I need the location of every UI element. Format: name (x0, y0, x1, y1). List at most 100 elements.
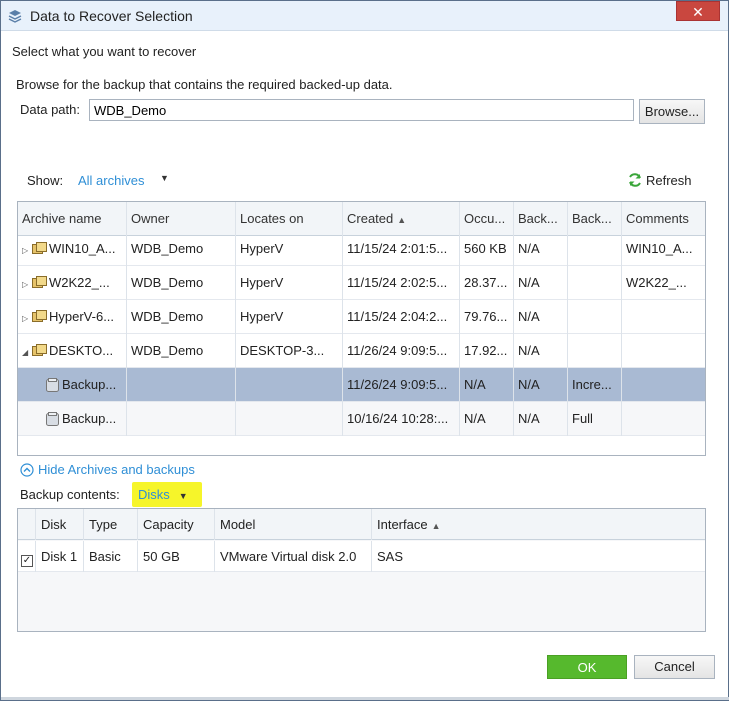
stack-icon (8, 10, 22, 23)
owner-cell: WDB_Demo (127, 266, 236, 300)
disk-cell: Disk 1 (36, 541, 84, 572)
sort-ascending-icon: ▲ (431, 521, 441, 531)
occupied-cell: 560 KB (460, 232, 514, 266)
disk-checkbox[interactable]: ✓ (21, 555, 33, 567)
capacity-cell: 50 GB (138, 541, 215, 572)
title-bar: Data to Recover Selection ✕ (1, 1, 728, 31)
browse-button[interactable]: Browse... (639, 99, 705, 124)
table-row[interactable]: ▷ WIN10_A... WDB_Demo HyperV 11/15/24 2:0… (18, 232, 705, 266)
table-row[interactable]: ▷ W2K22_... WDB_Demo HyperV 11/15/24 2:02… (18, 266, 705, 300)
table-row-selected[interactable]: Backup... 11/26/24 9:09:5... N/A N/A Inc… (18, 368, 705, 402)
model-cell: VMware Virtual disk 2.0 (215, 541, 372, 572)
owner-cell (127, 402, 236, 436)
archives-table: Archive name Owner Locates on Created ▲ O… (17, 201, 706, 456)
ok-button[interactable]: OK (547, 655, 627, 679)
refresh-button[interactable]: Refresh (627, 172, 692, 188)
backup-b-cell (568, 266, 622, 300)
backup-a-cell: N/A (514, 368, 568, 402)
refresh-icon (629, 173, 641, 187)
backup-name-cell: Backup... (18, 368, 127, 402)
show-filter-dropdown[interactable]: All archives (78, 173, 144, 188)
comments-cell (622, 334, 705, 368)
expand-arrow-icon[interactable]: ▷ (22, 234, 32, 266)
archive-icon (32, 276, 47, 288)
interface-cell: SAS (377, 549, 404, 564)
backup-name: Backup... (62, 377, 117, 392)
location-cell (236, 368, 343, 402)
archive-icon (32, 344, 47, 356)
comments-cell: WIN10_A... (626, 241, 693, 256)
collapse-arrow-icon[interactable]: ◢ (22, 336, 32, 368)
column-header-disk[interactable]: Disk (36, 509, 84, 540)
comments-cell (622, 300, 705, 334)
created-cell: 11/15/24 2:01:5... (343, 232, 460, 266)
created-cell: 11/26/24 9:09:5... (343, 334, 460, 368)
expand-arrow-icon[interactable]: ▷ (22, 302, 32, 334)
location-cell: DESKTOP-3... (236, 334, 343, 368)
backup-contents-label: Backup contents: (20, 487, 120, 502)
table-row[interactable]: ✓ Disk 1 Basic 50 GB VMware Virtual disk… (18, 541, 705, 572)
column-header-model[interactable]: Model (215, 509, 372, 540)
column-header-type[interactable]: Type (84, 509, 138, 540)
created-cell: 11/26/24 9:09:5... (343, 368, 460, 402)
window-title: Data to Recover Selection (30, 8, 193, 24)
backup-b-cell (568, 334, 622, 368)
occupied-cell: 17.92... (460, 334, 514, 368)
occupied-cell: N/A (460, 368, 514, 402)
data-path-input[interactable] (89, 99, 634, 121)
collapse-up-icon (20, 463, 34, 477)
table-header: Disk Type Capacity Model Interface ▲ (18, 509, 705, 540)
backup-b-cell: Full (568, 402, 622, 436)
column-header-archive-name[interactable]: Archive name (18, 202, 127, 236)
created-cell: 11/15/24 2:02:5... (343, 266, 460, 300)
column-header-comments[interactable]: Comments (622, 202, 705, 236)
backup-icon (46, 378, 59, 392)
archive-icon (32, 242, 47, 254)
created-cell: 11/15/24 2:04:2... (343, 300, 460, 334)
backup-a-cell: N/A (514, 402, 568, 436)
table-row[interactable]: Backup... 10/16/24 10:28:... N/A N/A Ful… (18, 402, 705, 436)
column-header-locates-on[interactable]: Locates on (236, 202, 343, 236)
owner-cell (127, 368, 236, 402)
column-header-owner[interactable]: Owner (127, 202, 236, 236)
created-cell: 10/16/24 10:28:... (343, 402, 460, 436)
location-cell (236, 402, 343, 436)
browse-instruction: Browse for the backup that contains the … (16, 77, 393, 92)
hide-archives-label: Hide Archives and backups (38, 462, 195, 477)
location-cell: HyperV (236, 232, 343, 266)
disks-table: Disk Type Capacity Model Interface ▲ ✓ Di… (17, 508, 706, 632)
archive-name-cell: ◢ DESKTO... (18, 334, 127, 368)
table-row[interactable]: ▷ HyperV-6... WDB_Demo HyperV 11/15/24 2:… (18, 300, 705, 334)
backup-b-cell: Incre... (568, 368, 622, 402)
hide-archives-link[interactable]: Hide Archives and backups (20, 462, 195, 477)
close-button[interactable]: ✕ (676, 1, 720, 21)
backup-a-cell: N/A (514, 266, 568, 300)
location-cell: HyperV (236, 300, 343, 334)
disk-checkbox-cell: ✓ (18, 541, 36, 572)
occupied-cell: 79.76... (460, 300, 514, 334)
location-cell: HyperV (236, 266, 343, 300)
comments-cell (622, 368, 705, 402)
expand-arrow-icon[interactable]: ▷ (22, 268, 32, 300)
backup-b-cell (568, 300, 622, 334)
cancel-button[interactable]: Cancel (634, 655, 715, 679)
caret-down-icon[interactable]: ▼ (160, 173, 169, 183)
backup-b-cell (568, 232, 622, 266)
column-header-backup-b[interactable]: Back... (568, 202, 622, 236)
archive-name: HyperV-6... (49, 309, 115, 324)
column-header-backup-a[interactable]: Back... (514, 202, 568, 236)
table-row[interactable]: ◢ DESKTO... WDB_Demo DESKTOP-3... 11/26/2… (18, 334, 705, 368)
comments-cell (622, 402, 705, 436)
backup-contents-dropdown[interactable]: Disks ▼ (132, 482, 202, 507)
column-header-capacity[interactable]: Capacity (138, 509, 215, 540)
column-header-created[interactable]: Created ▲ (343, 202, 460, 236)
backup-name: Backup... (62, 411, 117, 426)
archive-icon (32, 310, 47, 322)
owner-cell: WDB_Demo (127, 300, 236, 334)
column-header-interface[interactable]: Interface ▲ (372, 509, 707, 540)
data-path-label: Data path: (20, 102, 80, 117)
backup-a-cell: N/A (514, 300, 568, 334)
column-header-occupied[interactable]: Occu... (460, 202, 514, 236)
archive-name: WIN10_A... (49, 241, 116, 256)
owner-cell: WDB_Demo (127, 232, 236, 266)
